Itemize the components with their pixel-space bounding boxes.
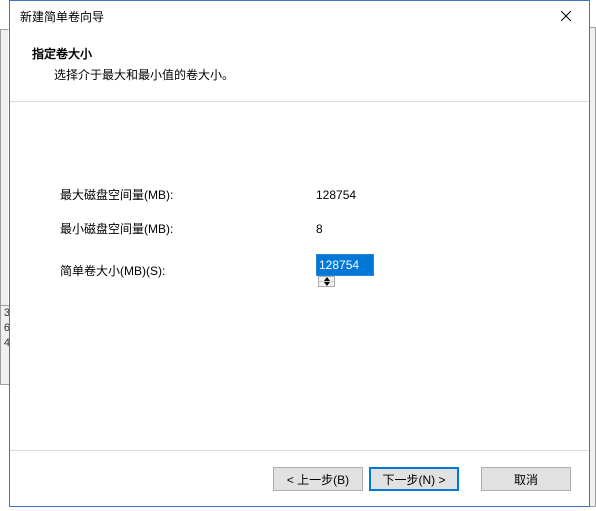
wizard-dialog: 新建简单卷向导 指定卷大小 选择介于最大和最小值的卷大小。 最大磁盘空间量(MB… <box>9 0 590 507</box>
volume-size-input[interactable] <box>317 255 373 275</box>
window-title: 新建简单卷向导 <box>20 8 543 25</box>
min-space-label: 最小磁盘空间量(MB): <box>60 220 316 237</box>
spinner-buttons <box>318 276 335 287</box>
background-window-fragment <box>589 27 596 507</box>
chevron-down-icon <box>324 282 330 286</box>
min-space-value: 8 <box>316 222 323 236</box>
max-space-row: 最大磁盘空间量(MB): 128754 <box>60 186 559 203</box>
wizard-footer: < 上一步(B) 下一步(N) > 取消 <box>10 452 589 506</box>
chevron-up-icon <box>324 277 330 281</box>
volume-size-row: 简单卷大小(MB)(S): <box>60 254 559 287</box>
background-window-fragment <box>0 29 9 309</box>
page-heading: 指定卷大小 <box>32 45 567 62</box>
wizard-header: 指定卷大小 选择介于最大和最小值的卷大小。 <box>10 31 589 83</box>
max-space-label: 最大磁盘空间量(MB): <box>60 186 316 203</box>
next-button[interactable]: 下一步(N) > <box>369 467 459 491</box>
titlebar[interactable]: 新建简单卷向导 <box>10 1 589 31</box>
min-space-row: 最小磁盘空间量(MB): 8 <box>60 220 559 237</box>
cancel-button[interactable]: 取消 <box>481 467 571 491</box>
spinner-down-button[interactable] <box>319 282 334 286</box>
close-button[interactable] <box>543 1 589 31</box>
back-button[interactable]: < 上一步(B) <box>273 467 363 491</box>
max-space-value: 128754 <box>316 188 356 202</box>
wizard-content: 最大磁盘空间量(MB): 128754 最小磁盘空间量(MB): 8 简单卷大小… <box>10 103 589 443</box>
close-icon <box>561 11 571 21</box>
volume-size-spinner <box>316 254 374 276</box>
page-subheading: 选择介于最大和最小值的卷大小。 <box>54 66 567 83</box>
volume-size-label: 简单卷大小(MB)(S): <box>60 262 316 279</box>
